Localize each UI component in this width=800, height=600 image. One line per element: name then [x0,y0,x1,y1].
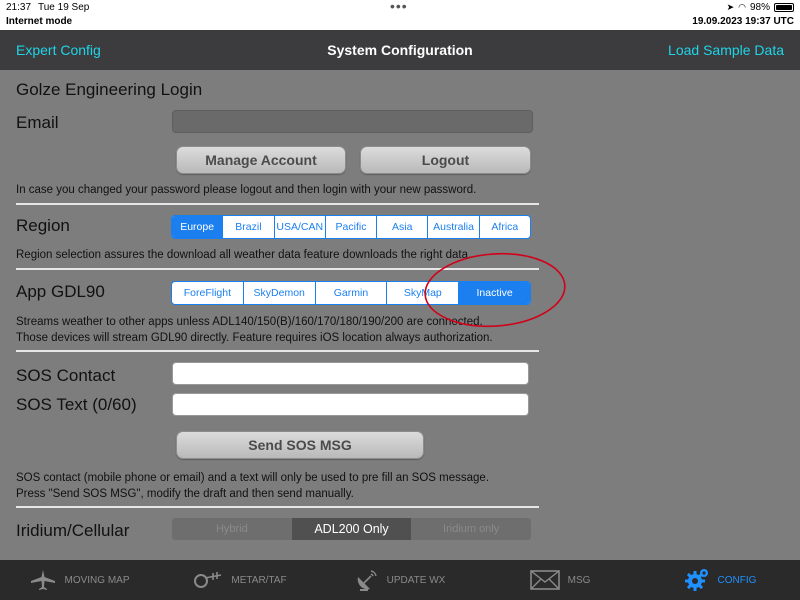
divider [16,203,539,205]
sos-contact-input[interactable] [173,363,528,384]
multitasking-dots-icon[interactable]: ••• [390,0,408,14]
navigation-bar: Expert Config System Configuration Load … [0,30,800,70]
gdl90-option[interactable]: ForeFlight [172,282,243,304]
manage-account-button[interactable]: Manage Account [176,146,346,174]
region-option[interactable]: USA/CAN [273,216,325,238]
tab-label: METAR/TAF [231,574,287,586]
iridium-label: Iridium/Cellular [16,521,130,540]
battery-percent: 98% [749,2,770,13]
tab-label: UPDATE WX [386,574,446,586]
battery-icon [774,3,794,12]
gdl90-option[interactable]: SkyMap [386,282,458,304]
gdl90-option[interactable]: SkyDemon [242,282,315,304]
region-option[interactable]: Australia [427,216,478,238]
iridium-option[interactable]: Hybrid [172,518,292,540]
status-bar: 21:37 Tue 19 Sep ••• ➤ ◠ 98% [0,0,800,16]
region-option[interactable]: Africa [478,216,530,238]
tab-bar: MOVING MAP METAR/TAF UPDATE WX MSG CONFI… [0,560,800,600]
iridium-option[interactable]: ADL200 Only [291,518,412,540]
status-date: Tue 19 Sep [38,2,90,13]
airplane-icon [31,570,56,590]
tab-label: MOVING MAP [64,574,130,586]
divider [16,268,539,270]
internet-mode-label: Internet mode [6,16,73,27]
tab-msg[interactable]: MSG [480,560,640,600]
gdl90-option[interactable]: Inactive [458,282,530,304]
region-note: Region selection assures the download al… [16,249,472,261]
tab-label: MSG [567,574,591,586]
email-input[interactable] [173,111,532,132]
send-sos-button[interactable]: Send SOS MSG [176,431,424,459]
region-option[interactable]: Europe [172,216,223,238]
tab-label: CONFIG [717,574,757,586]
region-option[interactable]: Brazil [222,216,273,238]
region-option[interactable]: Asia [376,216,427,238]
sos-text-label: SOS Text (0/60) [16,395,137,414]
status-time: 21:37 [6,2,32,13]
expert-config-button[interactable]: Expert Config [16,42,101,58]
region-segmented-control[interactable]: Europe Brazil USA/CAN Pacific Asia Australia A… [171,215,531,239]
region-label: Region [16,216,70,235]
mode-bar: Internet mode 19.09.2023 19:37 UTC [0,16,800,30]
config-content[interactable]: Golze Engineering Login Email Manage Acc… [0,70,800,560]
windsock-icon [194,572,222,588]
divider [16,350,539,352]
gdl90-note-2: Those devices will stream GDL90 directly… [16,332,493,344]
iridium-option[interactable]: Iridium only [411,518,531,540]
satellite-dish-icon [357,570,377,591]
login-heading: Golze Engineering Login [16,80,203,99]
sos-contact-field[interactable] [172,362,529,385]
wifi-icon: ◠ [738,2,746,12]
envelope-icon [529,570,560,590]
gdl90-segmented-control[interactable]: ForeFlight SkyDemon Garmin SkyMap Inactive [171,281,531,305]
logout-button[interactable]: Logout [360,146,531,174]
tab-metar-taf[interactable]: METAR/TAF [160,560,320,600]
gdl90-label: App GDL90 [16,282,105,301]
location-icon: ➤ [726,2,735,12]
divider [16,506,539,508]
tab-update-wx[interactable]: UPDATE WX [320,560,480,600]
email-field[interactable] [172,110,533,133]
load-sample-data-button[interactable]: Load Sample Data [668,42,784,58]
gdl90-option[interactable]: Garmin [314,282,387,304]
sos-text-field[interactable] [172,393,529,416]
email-label: Email [16,113,59,132]
sos-note-1: SOS contact (mobile phone or email) and … [16,472,490,484]
sos-contact-label: SOS Contact [16,366,116,385]
sos-text-input[interactable] [173,394,528,415]
tab-config[interactable]: CONFIG [640,560,800,600]
gear-icon [684,569,708,591]
utc-clock: 19.09.2023 19:37 UTC [692,16,794,27]
tab-moving-map[interactable]: MOVING MAP [0,560,160,600]
login-note: In case you changed your password please… [16,184,477,196]
region-option[interactable]: Pacific [324,216,376,238]
gdl90-note-1: Streams weather to other apps unless ADL… [16,316,483,328]
iridium-segmented-control[interactable]: Hybrid ADL200 Only Iridium only [172,518,531,540]
sos-note-2: Press "Send SOS MSG", modify the draft a… [16,488,354,500]
